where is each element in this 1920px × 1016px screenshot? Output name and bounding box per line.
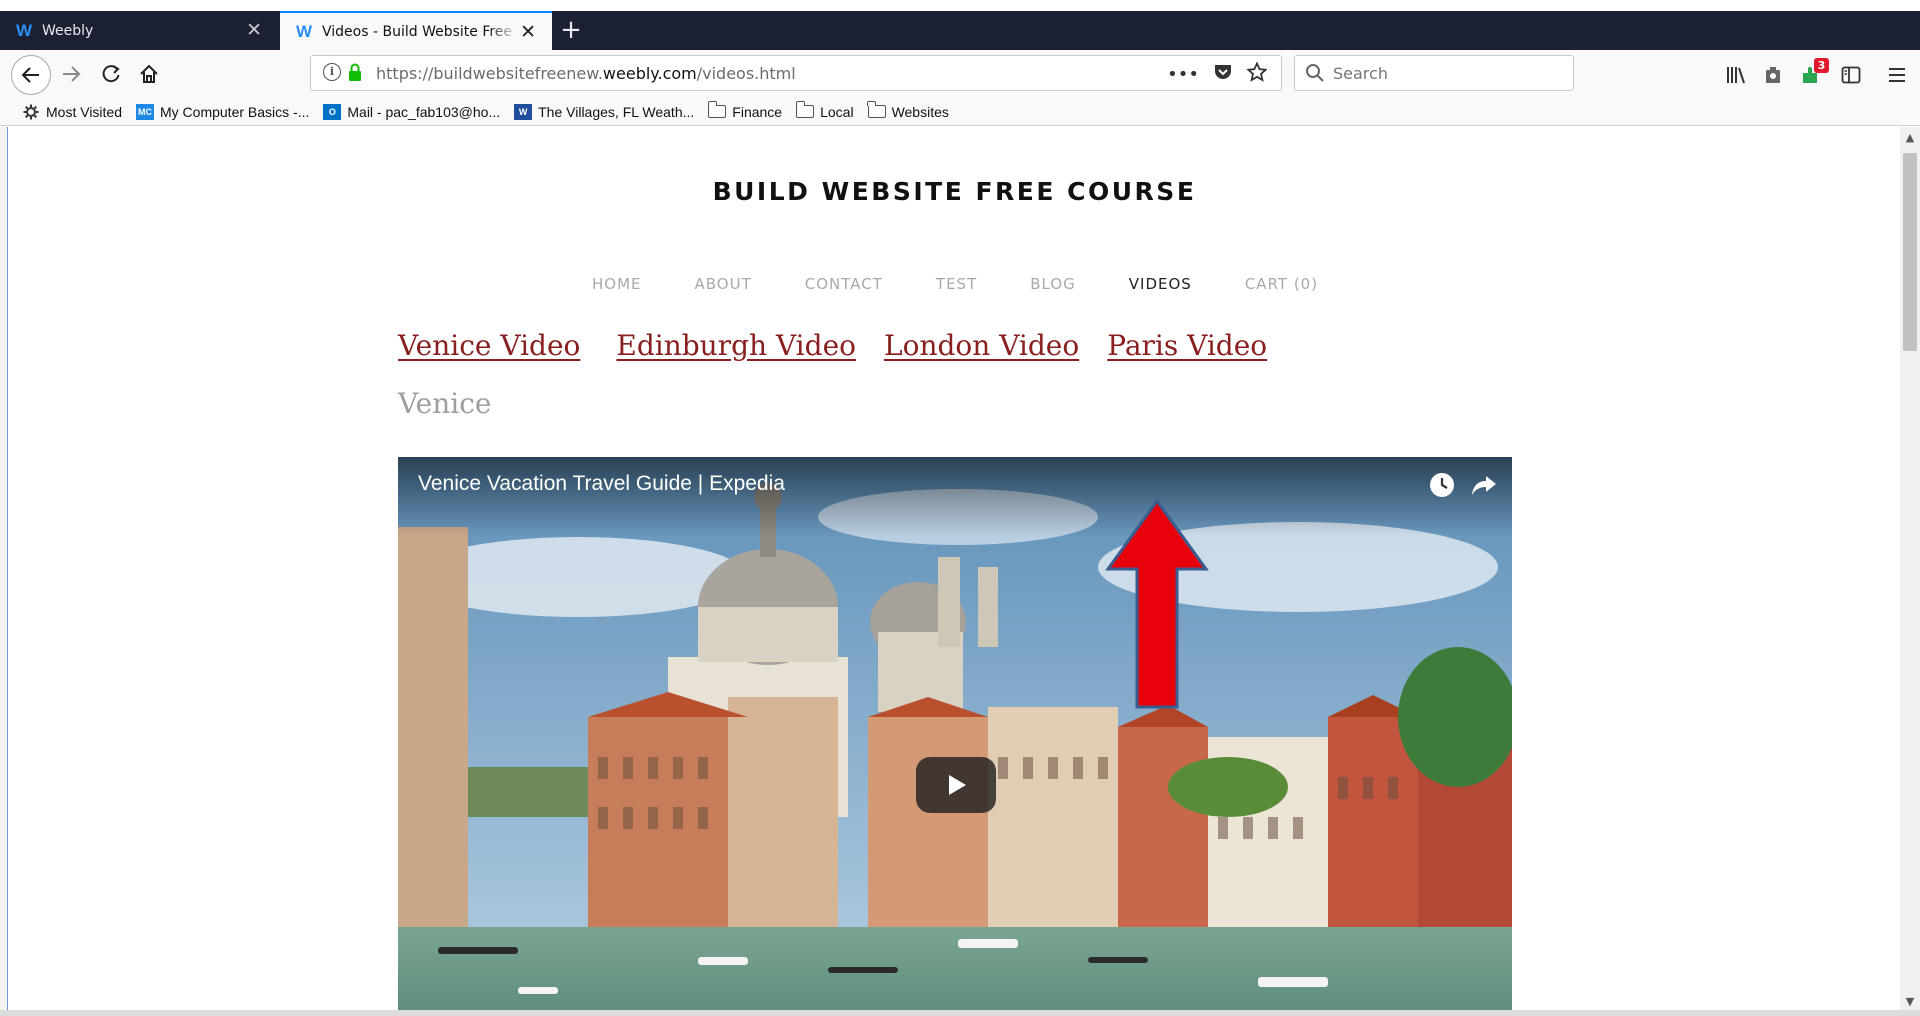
site-navigation: HOME ABOUT CONTACT TEST BLOG VIDEOS CART…: [592, 275, 1371, 293]
tab-label: Weebly: [42, 22, 94, 39]
address-bar[interactable]: i https://buildwebsitefreenew.weebly.com…: [310, 55, 1282, 91]
play-icon: [949, 775, 966, 795]
pocket-icon[interactable]: [1213, 63, 1233, 86]
bookmark-label: My Computer Basics -...: [160, 103, 310, 120]
site-title[interactable]: BUILD WEBSITE FREE COURSE: [8, 177, 1900, 206]
search-icon: [1305, 63, 1325, 87]
close-tab-icon[interactable]: ✕: [520, 22, 536, 42]
bookmark-label: The Villages, FL Weath...: [538, 103, 695, 120]
bookmark-label: Most Visited: [46, 103, 122, 120]
bookmark-label: Mail - pac_fab103@ho...: [347, 103, 501, 120]
bookmark-star-icon[interactable]: [1246, 60, 1268, 87]
window-bottom-edge: [0, 1010, 1920, 1016]
back-button[interactable]: [11, 55, 51, 95]
nav-about[interactable]: ABOUT: [695, 275, 752, 293]
reload-button[interactable]: [94, 57, 128, 91]
video-thumbnail: [398, 457, 1512, 1010]
bookmark-folder-finance[interactable]: Finance: [707, 101, 783, 120]
gear-icon: [22, 104, 40, 120]
page-viewport: BUILD WEBSITE FREE COURSE HOME ABOUT CON…: [7, 127, 1900, 1010]
home-icon: [140, 64, 158, 83]
bookmark-label: Finance: [732, 103, 783, 120]
tab-weebly[interactable]: W Weebly ✕: [0, 11, 278, 50]
site-favicon-icon: MC: [136, 103, 154, 120]
london-video-link[interactable]: London Video: [884, 329, 1079, 362]
nav-videos[interactable]: VIDEOS: [1129, 275, 1192, 293]
site-info-icon[interactable]: i: [323, 63, 341, 81]
section-heading: Venice: [398, 387, 492, 420]
video-links: Venice Video Edinburgh Video London Vide…: [398, 329, 1267, 362]
weebly-icon: W: [296, 21, 313, 41]
scroll-down-arrow-icon[interactable]: ▼: [1900, 995, 1920, 1008]
url-prefix: https://buildwebsitefreenew.: [376, 64, 603, 83]
scroll-up-arrow-icon[interactable]: ▲: [1900, 131, 1920, 144]
reload-icon: [102, 65, 120, 83]
forward-button[interactable]: [54, 57, 88, 91]
nav-test[interactable]: TEST: [936, 275, 977, 293]
outlook-icon: O: [323, 103, 342, 120]
bookmark-mail[interactable]: O Mail - pac_fab103@ho...: [323, 103, 501, 120]
bookmark-most-visited[interactable]: Most Visited: [22, 104, 122, 120]
window-left-edge: [0, 127, 7, 1010]
annotation-up-arrow: [1105, 498, 1209, 709]
home-button[interactable]: [132, 57, 166, 91]
bookmarks-toolbar: Most Visited MC My Computer Basics -... …: [0, 98, 1920, 126]
nav-home[interactable]: HOME: [592, 275, 642, 293]
new-tab-button[interactable]: +: [556, 15, 586, 45]
addon-badge: 3: [1814, 58, 1829, 73]
bookmark-folder-websites[interactable]: Websites: [867, 101, 949, 120]
window-top-strip: [0, 0, 1920, 11]
folder-icon: [867, 101, 886, 118]
search-bar[interactable]: [1294, 55, 1574, 91]
share-arrow-icon[interactable]: [1470, 471, 1498, 503]
bookmark-villages-weather[interactable]: W The Villages, FL Weath...: [514, 103, 695, 120]
tab-bar: W Weebly ✕ W Videos - Build Website Free…: [0, 11, 1920, 50]
venice-video-link[interactable]: Venice Video: [398, 329, 580, 362]
url-path: /videos.html: [696, 64, 796, 83]
folder-icon: [707, 101, 727, 118]
video-player[interactable]: Venice Vacation Travel Guide | Expedia: [398, 457, 1512, 1010]
folder-icon: [795, 101, 815, 118]
lock-icon[interactable]: [347, 62, 363, 86]
paris-video-link[interactable]: Paris Video: [1107, 329, 1267, 362]
page-actions: •••: [1167, 60, 1268, 87]
video-title-bar: [398, 457, 1512, 537]
forward-arrow-icon: [63, 66, 81, 82]
back-arrow-icon: [21, 67, 39, 83]
weather-icon: W: [514, 103, 533, 120]
bookmark-my-computer-basics[interactable]: MC My Computer Basics -...: [136, 103, 310, 120]
page-actions-menu-icon[interactable]: •••: [1167, 64, 1199, 85]
bookmark-label: Websites: [891, 103, 949, 120]
hamburger-menu-icon[interactable]: [1884, 62, 1910, 88]
weebly-icon: W: [16, 20, 33, 40]
vertical-scrollbar[interactable]: ▲ ▼: [1900, 127, 1920, 1010]
library-icon[interactable]: [1723, 62, 1749, 88]
nav-blog[interactable]: BLOG: [1030, 275, 1076, 293]
scrollbar-thumb[interactable]: [1903, 153, 1917, 351]
sidebar-toggle-icon[interactable]: [1838, 62, 1864, 88]
nav-contact[interactable]: CONTACT: [805, 275, 883, 293]
bookmark-label: Local: [820, 103, 854, 120]
video-title[interactable]: Venice Vacation Travel Guide | Expedia: [418, 472, 785, 496]
screenshot-icon[interactable]: [1760, 62, 1786, 88]
url-text[interactable]: https://buildwebsitefreenew.weebly.com/v…: [376, 64, 796, 83]
watch-later-clock-icon[interactable]: [1428, 471, 1456, 503]
tab-videos[interactable]: W Videos - Build Website Free Course ✕: [280, 11, 552, 50]
bookmark-folder-local[interactable]: Local: [795, 101, 854, 120]
close-tab-icon[interactable]: ✕: [246, 20, 262, 40]
nav-cart[interactable]: CART (0): [1245, 275, 1318, 293]
search-input[interactable]: [1333, 64, 1553, 83]
play-button[interactable]: [916, 757, 996, 813]
url-domain: weebly.com: [602, 64, 697, 83]
tab-label: Videos - Build Website Free Course: [322, 23, 518, 40]
edinburgh-video-link[interactable]: Edinburgh Video: [616, 329, 856, 362]
navigation-toolbar: i https://buildwebsitefreenew.weebly.com…: [0, 50, 1920, 98]
